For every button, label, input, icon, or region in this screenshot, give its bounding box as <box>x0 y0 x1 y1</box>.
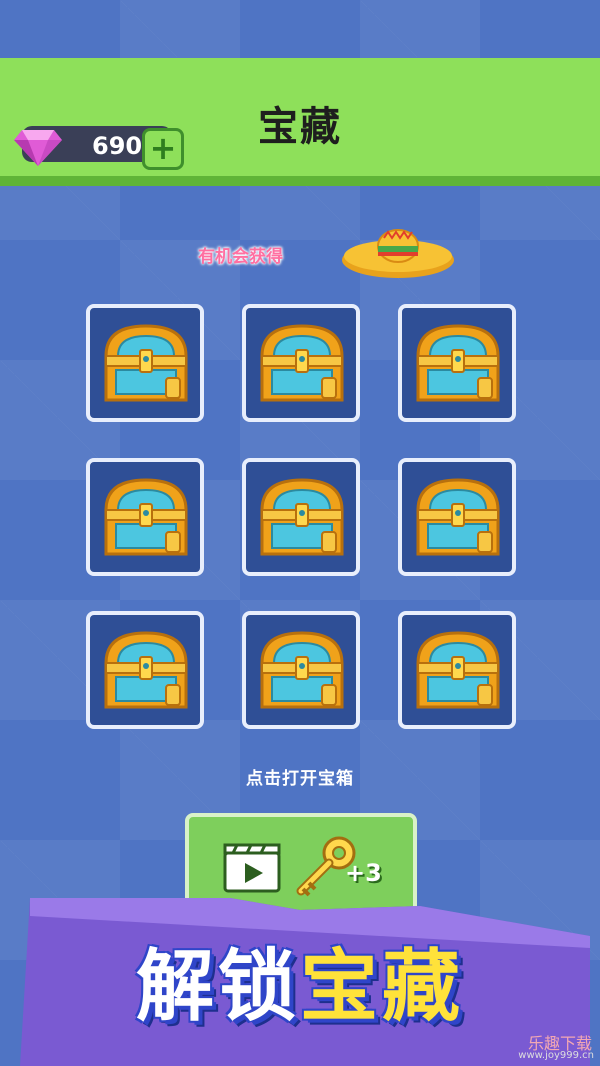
treasure-chest-icon <box>260 631 344 709</box>
watermark-url: www.joy999.cn <box>518 1050 594 1061</box>
treasure-chest-icon <box>260 324 344 402</box>
chest-slot[interactable] <box>86 611 204 729</box>
treasure-chest-icon <box>104 324 188 402</box>
treasure-chest-icon <box>104 631 188 709</box>
treasure-chest-icon <box>104 478 188 556</box>
treasure-chest-icon <box>416 478 500 556</box>
promo-banner-text: 解锁宝藏 <box>0 924 600 1036</box>
chest-slot[interactable] <box>242 458 360 576</box>
header-bar: 宝藏 690 <box>0 58 600 186</box>
treasure-chest-icon <box>416 324 500 402</box>
chest-slot[interactable] <box>398 304 516 422</box>
chest-slot[interactable] <box>242 611 360 729</box>
chest-slot[interactable] <box>86 458 204 576</box>
add-gems-button[interactable]: + <box>142 128 184 170</box>
chance-label: 有机会获得 <box>198 247 283 267</box>
sombrero-hat-icon <box>342 229 454 278</box>
chest-slot[interactable] <box>242 304 360 422</box>
open-chest-hint: 点击打开宝箱 <box>246 769 354 789</box>
promo-text-yellow: 宝藏 <box>300 942 465 1032</box>
gem-count: 690 <box>92 132 143 160</box>
chest-slot[interactable] <box>398 458 516 576</box>
diamond-gem-icon <box>14 130 62 166</box>
chest-slot[interactable] <box>86 304 204 422</box>
chest-slot[interactable] <box>398 611 516 729</box>
promo-text-white: 解锁 <box>135 942 300 1032</box>
treasure-chest-icon <box>416 631 500 709</box>
treasure-chest-icon <box>260 478 344 556</box>
